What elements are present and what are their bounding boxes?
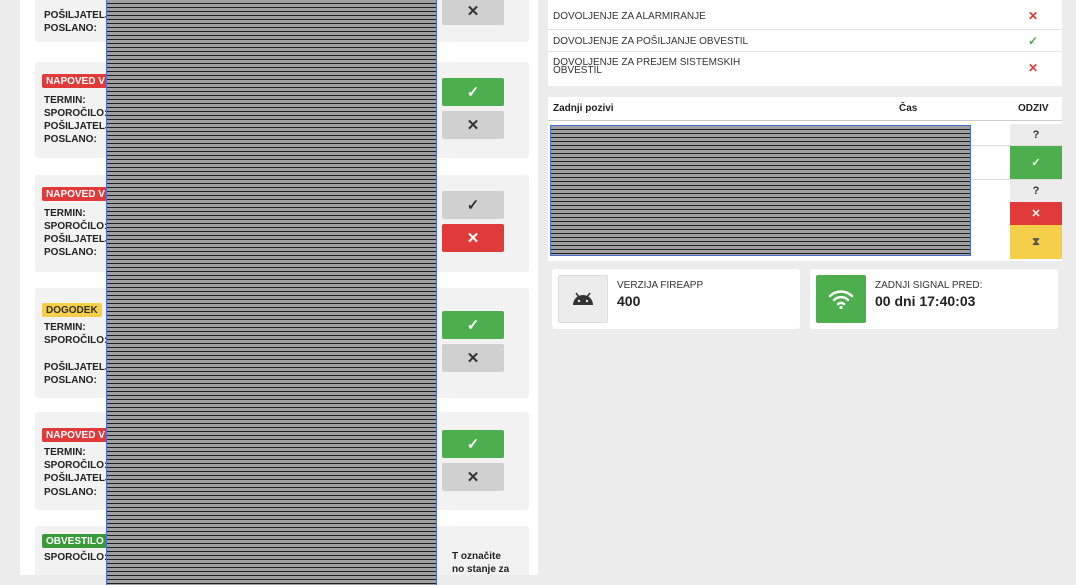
permission-row: DOVOLJENJE ZA PREJEM SISTEMSKIH OBVESTIL…	[548, 52, 1062, 86]
message-label: SPOROČILO:	[44, 552, 108, 563]
close-icon: ✕	[466, 230, 480, 247]
sent-label: POSLANO:	[44, 134, 97, 145]
reject-button[interactable]: ✕	[442, 0, 504, 25]
app-version-card: VERZIJA FIREAPP 400	[552, 269, 800, 329]
wifi-icon	[816, 275, 866, 323]
reject-button[interactable]: ✕	[442, 344, 504, 372]
status-badge: NAPOVED V	[42, 187, 109, 201]
last-signal-card: ZADNJI SIGNAL PRED: 00 dni 17:40:03	[810, 269, 1058, 329]
last-signal-value: 00 dni 17:40:03	[875, 293, 976, 309]
reject-button[interactable]: ✕	[442, 463, 504, 491]
column-header-response: ODZIV	[1018, 103, 1049, 114]
reject-button[interactable]: ✕	[442, 224, 504, 252]
reject-button[interactable]: ✕	[442, 111, 504, 139]
check-icon: ✓	[466, 317, 480, 334]
permission-label: DOVOLJENJE ZA ALARMIRANJE	[553, 11, 706, 22]
last-signal-label: ZADNJI SIGNAL PRED:	[875, 280, 983, 291]
response-accepted: ✓	[1010, 146, 1062, 179]
sender-label: POŠILJATELJ	[44, 473, 111, 484]
accept-button[interactable]: ✓	[442, 311, 504, 339]
message-label: SPOROČILO:	[44, 335, 108, 346]
message-label: SPOROČILO:	[44, 460, 108, 471]
check-icon: ✓	[466, 84, 480, 101]
sent-label: POSLANO:	[44, 487, 97, 498]
message-text-fragment: T označite	[452, 551, 501, 562]
check-icon: ✓	[466, 197, 480, 214]
denied-icon: ✕	[1028, 61, 1039, 75]
term-label: TERMIN:	[44, 95, 86, 106]
app-version-label: VERZIJA FIREAPP	[617, 280, 704, 291]
divider	[548, 120, 1062, 121]
close-icon: ✕	[466, 469, 480, 486]
sender-label: POŠILJATELJ	[44, 362, 111, 373]
column-header-time: Čas	[899, 103, 918, 114]
redacted-region	[550, 125, 971, 256]
app-version-value: 400	[617, 293, 641, 309]
last-calls-table: Zadnji pozivi Čas ODZIV ? ✓ ? ✕ ⧗	[548, 97, 1062, 261]
term-label: TERMIN:	[44, 447, 86, 458]
status-badge: NAPOVED V	[42, 74, 109, 88]
response-declined: ✕	[1010, 202, 1062, 225]
message-label: SPOROČILO:	[44, 108, 108, 119]
permission-row: DOVOLJENJE ZA POŠILJANJE OBVESTIL ✓	[548, 30, 1062, 52]
status-badge: OBVESTILO	[42, 534, 108, 548]
column-header-last-calls: Zadnji pozivi	[553, 103, 614, 114]
close-icon: ✕	[466, 3, 480, 20]
allowed-icon: ✓	[1028, 34, 1039, 48]
sent-label: POSLANO:	[44, 247, 97, 258]
response-pending-hourglass-icon: ⧗	[1010, 225, 1062, 259]
android-icon	[558, 275, 608, 323]
sender-label: POŠILJATELJ	[44, 10, 111, 21]
close-icon: ✕	[466, 350, 480, 367]
term-label: TERMIN:	[44, 322, 86, 333]
message-label: SPOROČILO:	[44, 221, 108, 232]
accept-button[interactable]: ✓	[442, 430, 504, 458]
term-label: TERMIN:	[44, 208, 86, 219]
check-icon: ✓	[466, 436, 480, 453]
status-badge: DOGODEK	[42, 303, 102, 317]
sender-label: POŠILJATELJ	[44, 121, 111, 132]
accept-button[interactable]: ✓	[442, 78, 504, 106]
accept-button[interactable]: ✓	[442, 191, 504, 219]
message-text-fragment: no stanje za	[452, 564, 510, 575]
sender-label: POŠILJATELJ	[44, 234, 111, 245]
response-unknown: ?	[1010, 124, 1062, 145]
denied-icon: ✕	[1028, 9, 1039, 23]
close-icon: ✕	[466, 117, 480, 134]
permission-row: DOVOLJENJE ZA ALARMIRANJE ✕	[548, 0, 1062, 30]
sent-label: POSLANO:	[44, 375, 97, 386]
sent-label: POSLANO:	[44, 23, 97, 34]
permissions-panel: DOVOLJENJE ZA ALARMIRANJE ✕ DOVOLJENJE Z…	[548, 0, 1062, 86]
status-badge: NAPOVED V	[42, 428, 109, 442]
permission-label-line2: OBVESTIL	[553, 65, 602, 76]
response-unknown: ?	[1010, 180, 1062, 202]
permission-label: DOVOLJENJE ZA POŠILJANJE OBVESTIL	[553, 36, 749, 47]
redacted-region	[106, 0, 437, 585]
